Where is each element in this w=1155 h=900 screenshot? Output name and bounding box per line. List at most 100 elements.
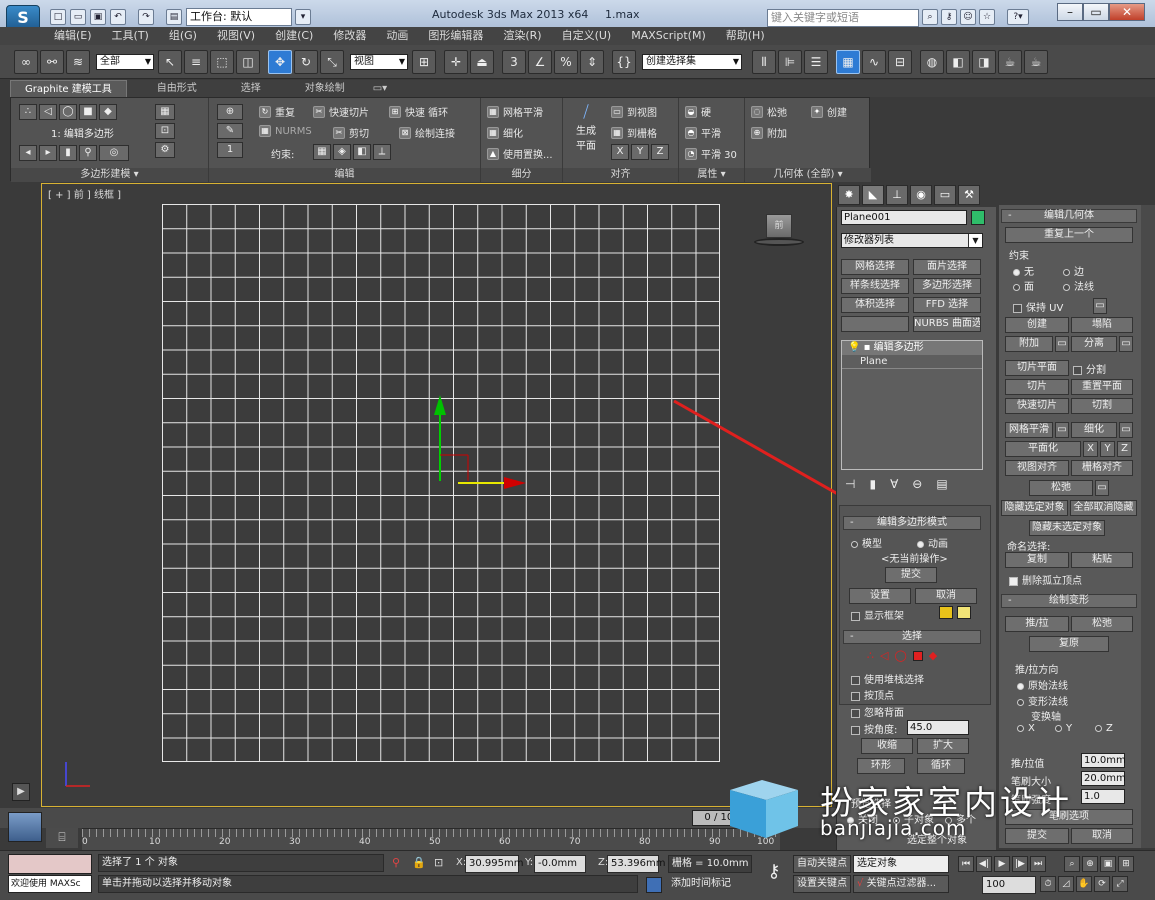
tab-object-paint[interactable]: 对象绘制 [275, 80, 359, 97]
sel-element-icon[interactable]: ◆ [929, 649, 937, 662]
axis-z-radio[interactable]: Z [1095, 723, 1113, 734]
zoom-extents-icon[interactable]: ▣ [1100, 856, 1116, 872]
attach-list-icon[interactable]: ▭ [1055, 336, 1069, 352]
close-icon[interactable]: ✕ [1109, 3, 1145, 21]
tessellate-geom-button[interactable]: 细化 [1071, 422, 1117, 438]
edit-named-sel-icon[interactable]: {} [612, 49, 636, 74]
current-frame-field[interactable]: 100 [982, 876, 1036, 894]
by-angle-checkbox[interactable]: 按角度: [851, 721, 897, 736]
help-icon[interactable]: ?▾ [1007, 9, 1029, 25]
delete-isolated-check[interactable] [1009, 576, 1018, 586]
repeat-settings-icon[interactable]: ⚙ [155, 142, 175, 158]
auto-key-button[interactable]: 自动关键点 [793, 855, 851, 873]
relax-geom-button[interactable]: 松弛 [1029, 480, 1093, 496]
unlink-icon[interactable]: ⚯ [40, 49, 64, 74]
workspace-select[interactable]: 工作台: 默认 [186, 8, 292, 26]
rect-selection-icon[interactable]: ⬚ [210, 49, 234, 74]
curve-editor-icon[interactable]: ∿ [862, 49, 886, 74]
group-footer-align[interactable]: 对齐 [563, 168, 678, 182]
stack-item-plane[interactable]: Plane [842, 355, 982, 369]
viewcube[interactable]: 前 [754, 214, 804, 250]
maximize-viewport-icon[interactable]: ⤢ [1112, 876, 1128, 892]
align-z-button[interactable]: Z [651, 144, 669, 160]
mode-model-radio[interactable]: 模型 [851, 535, 882, 550]
polygon-level-icon[interactable]: ■ [79, 104, 97, 120]
x-coord-field[interactable]: 30.995mm [465, 855, 523, 873]
rollout-title-selection[interactable]: 选择 [843, 630, 981, 644]
spline-select-button[interactable]: 样条线选择 [841, 278, 909, 294]
link-icon[interactable]: ∞ [14, 49, 38, 74]
modifier-list-select[interactable]: 修改器列表 [841, 233, 983, 248]
reference-coord-select[interactable]: 视图 [350, 53, 408, 70]
constraint-normal-dot[interactable] [1063, 283, 1070, 291]
qat-dropdown-icon[interactable]: ▾ [295, 9, 311, 25]
angle-snap-icon[interactable]: ∠ [528, 49, 552, 74]
slice-plane-button[interactable]: 切片平面 [1005, 360, 1069, 376]
ribbon-options-icon[interactable]: ▭▾ [359, 80, 401, 97]
smooth-button[interactable]: ◓ 平滑 [685, 125, 721, 140]
select-manipulate-icon[interactable]: ✛ [444, 49, 468, 74]
commit-button[interactable]: 提交 [885, 567, 937, 583]
orig-normal-radio[interactable]: 原始法线 [1017, 677, 1068, 692]
utilities-tab-icon[interactable]: ⚒ [958, 185, 980, 205]
axis-y-dot[interactable] [1055, 724, 1062, 732]
zoom-icon[interactable]: ⌕ [1064, 856, 1080, 872]
paint-relax-button[interactable]: 松弛 [1071, 616, 1133, 632]
configure-sets-icon[interactable]: ▤ [936, 477, 947, 491]
cage-color-1[interactable] [939, 606, 953, 619]
collapse-button[interactable]: 塌陷 [1071, 317, 1133, 333]
constraint-edge-dot[interactable] [1063, 268, 1070, 276]
attach-button[interactable]: ⊕ 附加 [751, 125, 787, 140]
menu-animation[interactable]: 动画 [376, 27, 418, 45]
axis-z-dot[interactable] [1095, 724, 1102, 732]
constraint-none-icon[interactable]: ▦ [313, 144, 331, 160]
modifier-stack[interactable]: 💡 ▪ 编辑多边形 Plane [841, 340, 983, 470]
selected-objects-select[interactable]: 选定对象 [853, 855, 949, 873]
constraint-none-radio[interactable]: 无 [1013, 263, 1034, 278]
shrink-button[interactable]: 收缩 [861, 738, 913, 754]
timeline[interactable]: 0 10 20 30 40 50 60 70 80 90 100 [82, 828, 780, 850]
sel-vertex-icon[interactable]: ∴ [867, 649, 874, 662]
grow-button[interactable]: 扩大 [917, 738, 969, 754]
keep-uv-settings-icon[interactable]: ▭ [1093, 298, 1107, 314]
constraint-face-dot[interactable] [1013, 283, 1020, 291]
display-tab-icon[interactable]: ▭ [934, 185, 956, 205]
mirror-icon[interactable]: ⫴ [752, 49, 776, 74]
to-view-button[interactable]: ▭ 到视图 [611, 104, 657, 119]
next-frame-icon[interactable]: |▶ [1012, 856, 1028, 872]
prev-frame-icon[interactable]: ◀| [976, 856, 992, 872]
view-align-button[interactable]: 视图对齐 [1005, 460, 1069, 476]
menu-customize[interactable]: 自定义(U) [552, 27, 622, 45]
patch-select-button[interactable]: 面片选择 [913, 259, 981, 275]
zoom-extents-all-icon[interactable]: ⊞ [1118, 856, 1134, 872]
use-stack-check[interactable] [851, 675, 860, 685]
constraint-face-radio[interactable]: 面 [1013, 278, 1034, 293]
open-file-icon[interactable]: ▭ [70, 9, 86, 25]
mode-anim-radio[interactable]: 动画 [917, 535, 948, 550]
mesh-select-button[interactable]: 网格选择 [841, 259, 909, 275]
nurms-button[interactable]: ▦ NURMS [259, 125, 312, 137]
menu-edit[interactable]: 编辑(E) [44, 27, 102, 45]
ribbon-spinner[interactable]: 1 [217, 142, 243, 158]
rollout-title-edit-geometry[interactable]: 编辑几何体 [1001, 209, 1137, 223]
split-checkbox[interactable]: 分割 [1073, 361, 1106, 376]
snap-3d-icon[interactable]: 3 [502, 49, 526, 74]
keep-uv-check[interactable] [1013, 303, 1022, 313]
move-icon[interactable]: ✥ [268, 49, 292, 74]
key-filters-button[interactable]: √ 关键点过滤器... [853, 875, 949, 893]
percent-snap-icon[interactable]: % [554, 49, 578, 74]
hide-selected-button[interactable]: 隐藏选定对象 [1001, 500, 1068, 516]
gizmo-x-arrow[interactable] [504, 477, 526, 489]
orbit-icon[interactable]: ⟳ [1094, 876, 1110, 892]
copy-button[interactable]: 复制 [1005, 552, 1069, 568]
delete-isolated-checkbox[interactable]: 删除孤立顶点 [1009, 572, 1082, 587]
deformed-normal-radio[interactable]: 变形法线 [1017, 693, 1068, 708]
hard-button[interactable]: ◒ 硬 [685, 104, 711, 119]
make-unique-icon[interactable]: ∀ [890, 477, 898, 491]
ignore-back-check[interactable] [851, 708, 860, 718]
absolute-mode-icon[interactable]: ⊡ [434, 856, 443, 869]
create-button[interactable]: ✦ 创建 [811, 104, 847, 119]
cage-color-2[interactable] [957, 606, 971, 619]
object-color-swatch[interactable] [971, 210, 985, 225]
push-pull-button[interactable]: 推/拉 [1005, 616, 1069, 632]
